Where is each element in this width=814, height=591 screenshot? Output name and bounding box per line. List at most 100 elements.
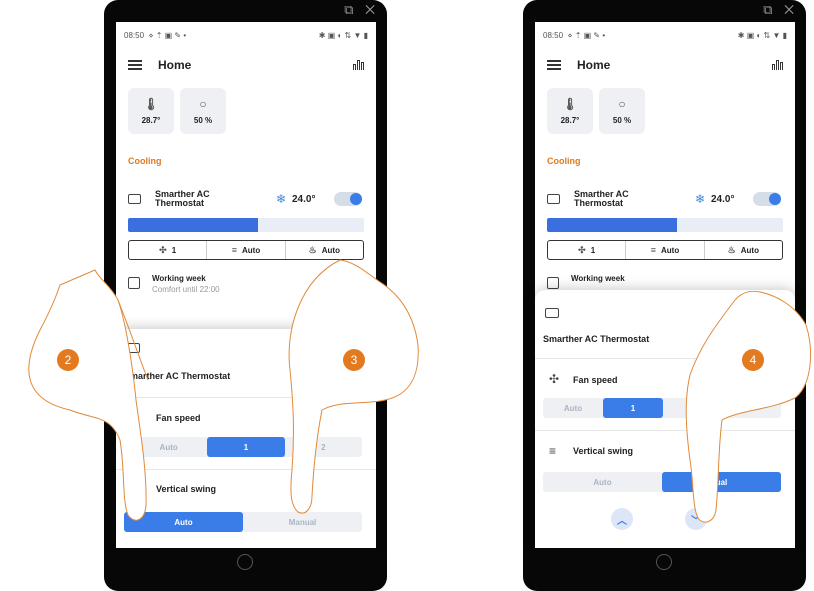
power-toggle[interactable] <box>334 192 362 206</box>
hamburger-menu-icon[interactable] <box>547 60 561 70</box>
mode-icon: ♨ <box>727 244 736 255</box>
section-heading: Cooling <box>547 156 581 166</box>
home-button[interactable] <box>237 554 253 570</box>
schedule-title: Working week <box>152 274 206 283</box>
fan-option-2[interactable]: 2 <box>285 437 362 457</box>
quick-status-chips: ✣ 1 ≡ Auto ♨ Auto <box>547 240 783 260</box>
window-controls[interactable]: ⧉ ✕ <box>763 2 798 18</box>
swing-chip[interactable]: ≡ Auto <box>207 241 286 259</box>
phone-right: ⧉ ✕ 08:50 ⋄ ⇡ ▣ ✎ • ✱ ▣ ◐ ⇅ ▼ ▮ Home 🌡︎ … <box>523 0 806 591</box>
vertical-swing-selector: Auto ual <box>543 472 781 492</box>
swing-chip-label: Auto <box>661 245 680 255</box>
temperature-value: 28.7° <box>560 115 580 125</box>
fan-chip-label: 1 <box>171 245 177 255</box>
device-row[interactable]: Smarther AC Thermostat ❄ 24.0° <box>128 186 364 212</box>
thermometer-icon: 🌡︎ <box>562 96 578 111</box>
app-bar: Home <box>116 50 376 80</box>
device-row[interactable]: Smarther AC Thermostat ❄ 24.0° <box>547 186 783 212</box>
swing-icon: ≡ <box>231 244 238 255</box>
status-time: 08:50 <box>543 30 564 40</box>
schedule-row[interactable]: Working week Comfort until 22:00 <box>128 274 220 294</box>
fan-icon: ✣ <box>159 244 167 255</box>
phone-left: ⧉ ✕ 08:50 ⋄ ⇡ ▣ ✎ • ✱ ▣ ◐ ⇅ ▼ ▮ Home 🌡︎ … <box>104 0 387 591</box>
page-title: Home <box>158 58 192 72</box>
swing-option-auto[interactable]: Auto <box>543 472 662 492</box>
air-conditioner-icon <box>126 343 140 353</box>
app-bar: Home <box>535 50 795 80</box>
setpoint-value: 24.0° <box>711 193 735 205</box>
humidity-tile[interactable]: ○ 50 % <box>599 88 645 134</box>
fan-option-auto[interactable]: Auto <box>130 437 207 457</box>
device-name: Smarther AC Thermostat <box>574 188 629 208</box>
fan-option-1[interactable]: 1 <box>207 437 285 457</box>
vertical-swing-icon: ≡ <box>132 482 140 496</box>
fan-option-auto[interactable]: Auto <box>543 398 603 418</box>
sensor-tiles: 🌡︎ 28.7° ○ 50 % <box>128 88 226 134</box>
schedule-title: Working week <box>571 274 625 283</box>
vertical-swing-label: Vertical swing <box>573 446 634 456</box>
air-conditioner-icon <box>545 308 559 318</box>
fan-chip-label: 1 <box>590 245 596 255</box>
mode-chip-label: Auto <box>321 245 340 255</box>
swing-option-manual[interactable]: ual <box>662 472 781 492</box>
air-conditioner-icon <box>547 194 560 204</box>
temperature-value: 28.7° <box>141 115 161 125</box>
bottom-sheet: Smarther AC Thermostat Fan speed Auto 1 … <box>116 329 376 548</box>
status-icons-left: ⋄ ⇡ ▣ ✎ • <box>567 30 606 40</box>
fan-speed-label: Fan speed <box>573 375 618 385</box>
swing-icon: ≡ <box>650 244 657 255</box>
setpoint-value: 24.0° <box>292 193 316 205</box>
power-toggle[interactable] <box>753 192 781 206</box>
status-time: 08:50 <box>124 30 145 40</box>
mode-chip[interactable]: ♨ Auto <box>286 241 363 259</box>
sensor-tiles: 🌡︎ 28.7° ○ 50 % <box>547 88 645 134</box>
mode-icon: ♨ <box>308 244 317 255</box>
bottom-sheet: Smarther AC Thermostat ✣ Fan speed Auto … <box>535 290 795 548</box>
vertical-swing-icon: ≡ <box>549 444 557 458</box>
temperature-tile[interactable]: 🌡︎ 28.7° <box>128 88 174 134</box>
step-badge: 4 <box>742 349 764 371</box>
energy-stats-icon[interactable] <box>353 58 364 70</box>
window-controls[interactable]: ⧉ ✕ <box>344 2 379 18</box>
device-name: Smarther AC Thermostat <box>155 188 210 208</box>
fan-chip[interactable]: ✣ 1 <box>548 241 627 259</box>
progress-fill <box>128 218 258 232</box>
navigation-bar <box>535 548 795 578</box>
schedule-row[interactable]: Working week <box>547 274 625 289</box>
swing-option-manual[interactable]: Manual <box>243 512 362 532</box>
fan-chip[interactable]: ✣ 1 <box>129 241 208 259</box>
humidity-drop-icon: ○ <box>199 96 207 111</box>
status-icons-left: ⋄ ⇡ ▣ ✎ • <box>148 30 187 40</box>
page-title: Home <box>577 58 611 72</box>
air-conditioner-icon <box>128 194 141 204</box>
swing-option-auto[interactable]: Auto <box>124 512 243 532</box>
temperature-progress-bar[interactable] <box>128 218 364 232</box>
snowflake-icon: ❄ <box>276 192 287 206</box>
home-button[interactable] <box>656 554 672 570</box>
divider <box>116 397 376 398</box>
fan-speed-selector: Auto 1 2 <box>130 437 362 457</box>
swing-chip-label: Auto <box>242 245 261 255</box>
mode-chip[interactable]: ♨ Auto <box>705 241 782 259</box>
calendar-icon <box>547 277 559 289</box>
chevron-down-icon[interactable]: ﹀ <box>685 508 707 530</box>
humidity-value: 50 % <box>193 115 213 125</box>
snowflake-icon: ❄ <box>695 192 706 206</box>
progress-fill <box>547 218 677 232</box>
temperature-tile[interactable]: 🌡︎ 28.7° <box>547 88 593 134</box>
status-bar: 08:50 ⋄ ⇡ ▣ ✎ • ✱ ▣ ◐ ⇅ ▼ ▮ <box>116 22 376 48</box>
status-bar: 08:50 ⋄ ⇡ ▣ ✎ • ✱ ▣ ◐ ⇅ ▼ ▮ <box>535 22 795 48</box>
hamburger-menu-icon[interactable] <box>128 60 142 70</box>
humidity-tile[interactable]: ○ 50 % <box>180 88 226 134</box>
fan-icon: ✣ <box>578 244 586 255</box>
chevron-up-icon[interactable]: ︿ <box>611 508 633 530</box>
mode-chip-label: Auto <box>740 245 759 255</box>
swing-chip[interactable]: ≡ Auto <box>626 241 705 259</box>
thermometer-icon: 🌡︎ <box>143 96 159 111</box>
energy-stats-icon[interactable] <box>772 58 783 70</box>
fan-option-1[interactable]: 1 <box>603 398 663 418</box>
divider <box>535 430 795 431</box>
temperature-progress-bar[interactable] <box>547 218 783 232</box>
vertical-swing-label: Vertical swing <box>156 484 217 494</box>
vertical-swing-selector: Auto Manual <box>124 512 362 532</box>
